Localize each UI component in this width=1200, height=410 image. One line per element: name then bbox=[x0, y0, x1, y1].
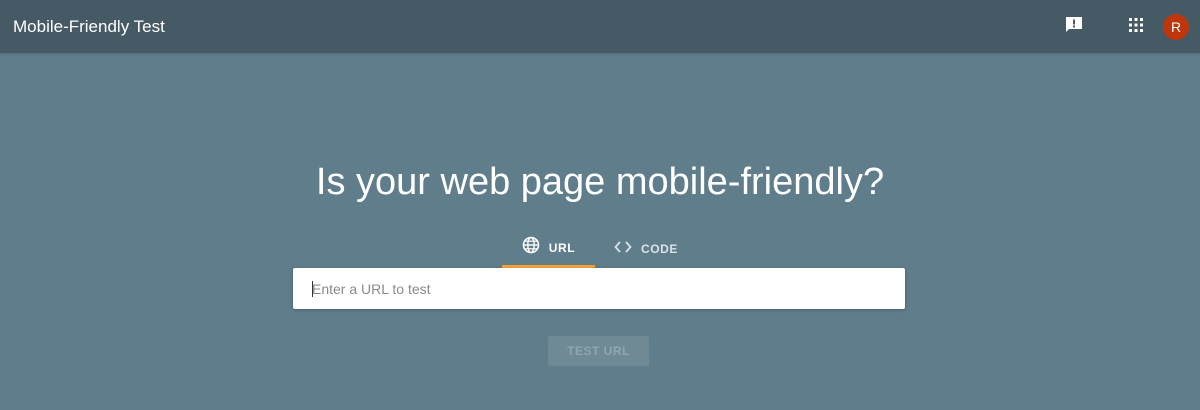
apps-grid-icon bbox=[1129, 17, 1143, 37]
feedback-icon bbox=[1064, 15, 1084, 40]
tab-code[interactable]: CODE bbox=[605, 230, 687, 268]
tab-code-label: CODE bbox=[640, 242, 679, 256]
url-input-card bbox=[293, 268, 905, 309]
tab-url[interactable]: URL bbox=[502, 230, 595, 268]
test-url-button[interactable]: TEST URL bbox=[548, 336, 649, 366]
app-title: Mobile-Friendly Test bbox=[13, 17, 165, 36]
url-input[interactable] bbox=[312, 268, 892, 309]
code-icon bbox=[614, 240, 632, 259]
avatar[interactable]: R bbox=[1163, 14, 1189, 40]
text-cursor bbox=[312, 281, 313, 297]
feedback-button[interactable] bbox=[1060, 13, 1088, 41]
globe-icon bbox=[522, 236, 540, 259]
app-bar: Mobile-Friendly Test R bbox=[0, 0, 1200, 53]
tab-url-label: URL bbox=[548, 240, 576, 255]
apps-button[interactable] bbox=[1122, 13, 1150, 41]
page-headline: Is your web page mobile-friendly? bbox=[315, 161, 885, 203]
